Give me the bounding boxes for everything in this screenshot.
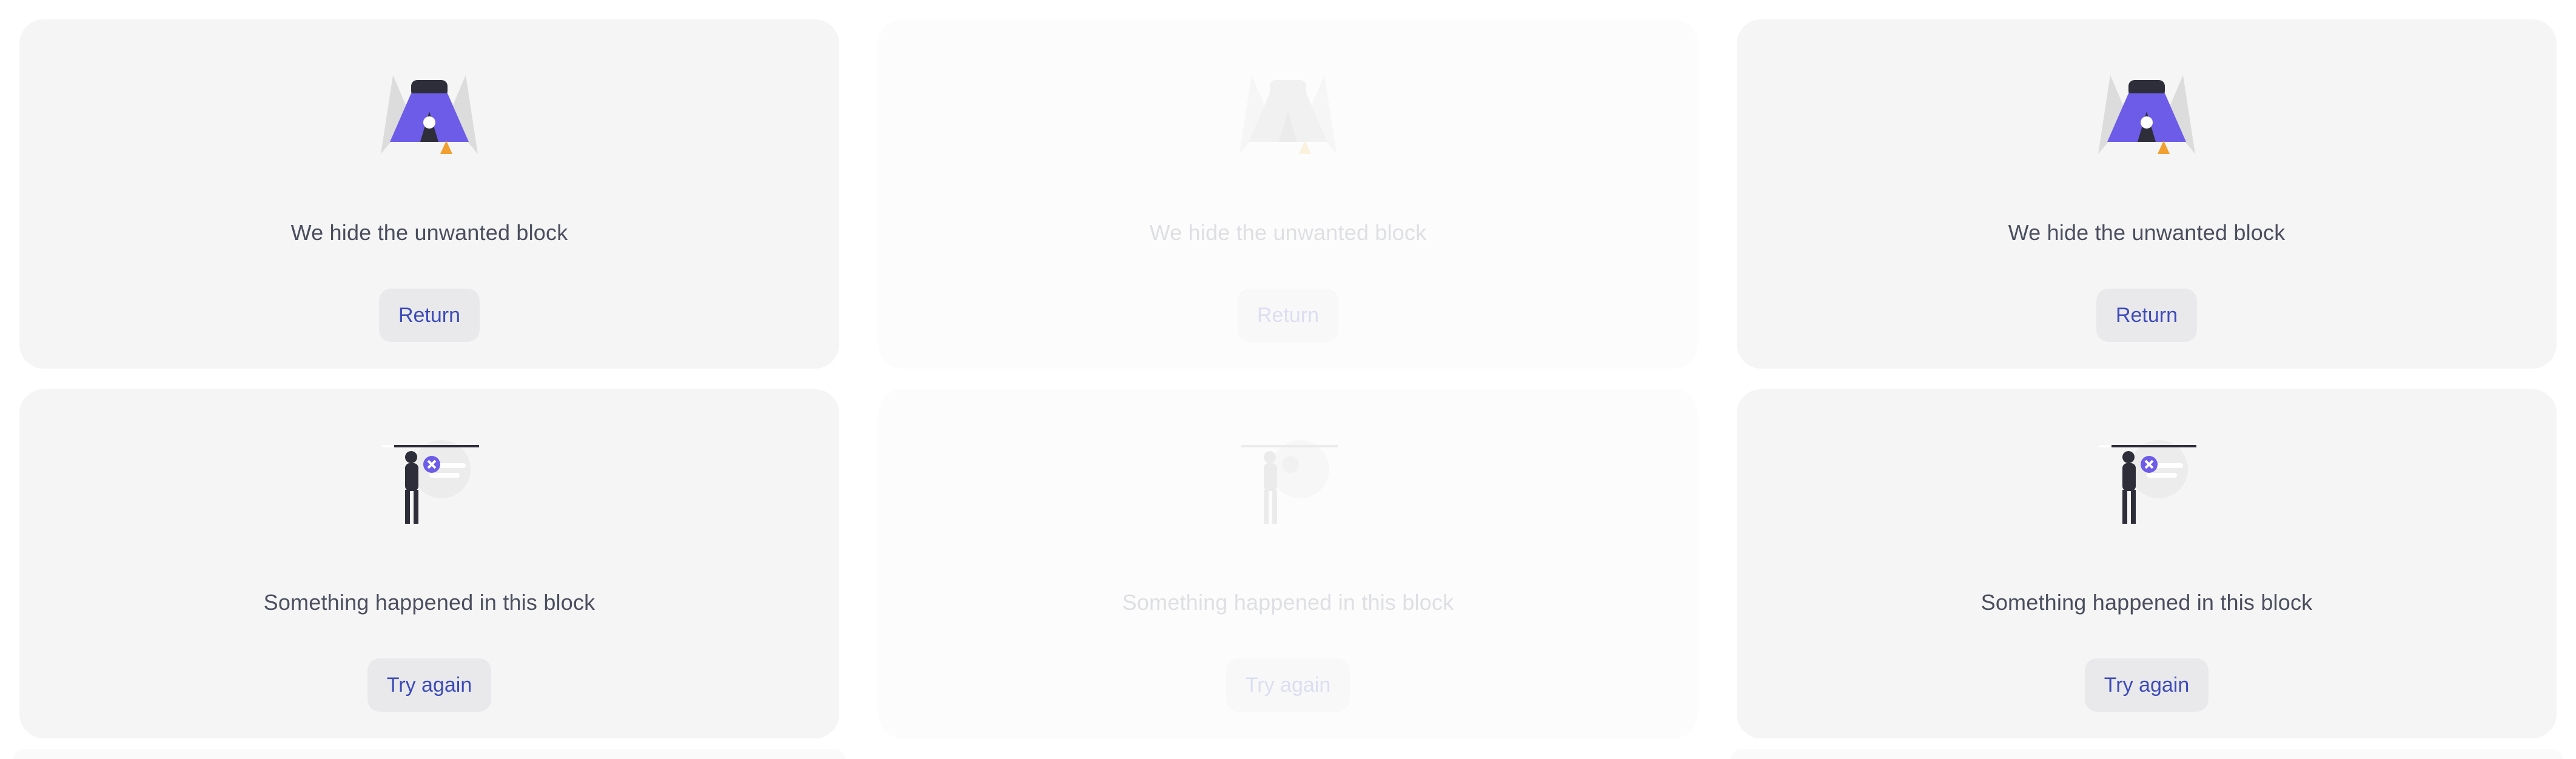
error-block-card: Something happened in this block Try aga… bbox=[1737, 389, 2557, 738]
return-button: Return bbox=[1237, 289, 1339, 342]
try-again-button[interactable]: Try again bbox=[367, 658, 492, 712]
broken-window-icon bbox=[1227, 433, 1349, 530]
try-again-button[interactable]: Try again bbox=[2084, 658, 2209, 712]
status-message: Something happened in this block bbox=[1122, 590, 1454, 615]
status-message: Something happened in this block bbox=[1981, 590, 2313, 615]
camping-tent-icon bbox=[369, 63, 490, 160]
camping-tent-icon bbox=[1227, 63, 1349, 160]
status-message: We hide the unwanted block bbox=[2008, 220, 2286, 245]
return-button[interactable]: Return bbox=[378, 289, 480, 342]
status-message: We hide the unwanted block bbox=[290, 220, 568, 245]
card-edge bbox=[1731, 749, 2563, 759]
status-message: We hide the unwanted block bbox=[1149, 220, 1427, 245]
error-block-card: Something happened in this block Try aga… bbox=[19, 389, 839, 738]
camping-tent-icon bbox=[2086, 63, 2207, 160]
status-message: Something happened in this block bbox=[263, 590, 595, 615]
return-button[interactable]: Return bbox=[2096, 289, 2198, 342]
try-again-button: Try again bbox=[1226, 658, 1350, 712]
hidden-block-card: We hide the unwanted block Return bbox=[19, 19, 839, 369]
hidden-block-card-disabled: We hide the unwanted block Return bbox=[878, 19, 1698, 369]
broken-window-icon bbox=[369, 433, 490, 530]
broken-window-icon bbox=[2086, 433, 2207, 530]
hidden-block-card: We hide the unwanted block Return bbox=[1737, 19, 2557, 369]
error-block-card-disabled: Something happened in this block Try aga… bbox=[878, 389, 1698, 738]
block-states-grid: We hide the unwanted block Return We hid… bbox=[0, 0, 2576, 759]
card-edge bbox=[13, 749, 845, 759]
